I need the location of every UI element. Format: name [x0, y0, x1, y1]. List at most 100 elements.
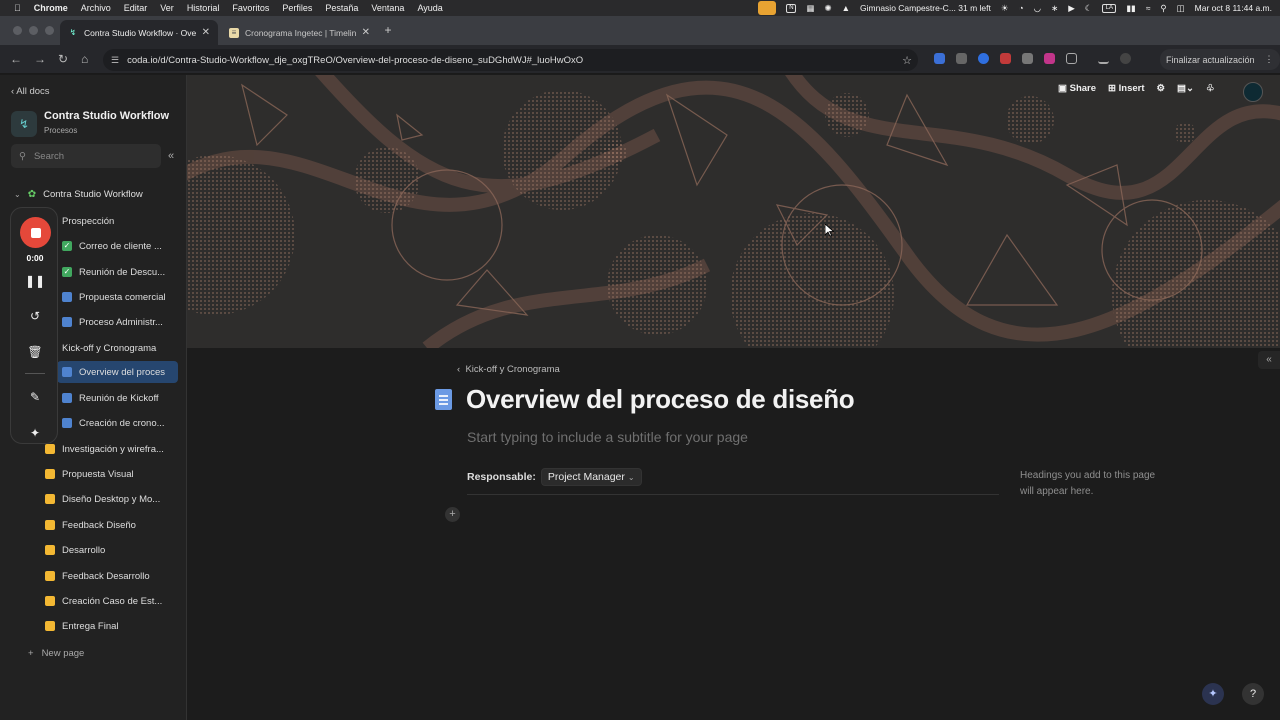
extension-icon[interactable] — [1022, 53, 1033, 64]
trash-icon[interactable]: 🗑 — [11, 345, 59, 359]
tab-cronograma[interactable]: ≡ Cronograma Ingetec | Timeline ✕ — [221, 20, 378, 45]
tree-item-feedback-diseno[interactable]: Feedback Diseño — [45, 514, 136, 536]
clock[interactable]: Mar oct 8 11:44 a.m. — [1195, 3, 1272, 13]
pause-icon[interactable]: ❚❚ — [11, 274, 59, 288]
download-icon[interactable] — [1098, 53, 1109, 64]
menu-perfiles[interactable]: Perfiles — [282, 3, 312, 13]
search-input[interactable]: ⚲ Search — [11, 144, 161, 168]
tree-item-caso-estudio[interactable]: Creación Caso de Est... — [45, 590, 162, 612]
magic-wand-icon[interactable]: ✦ — [11, 426, 59, 440]
new-tab-button[interactable]: + — [381, 24, 395, 38]
new-page-button[interactable]: + New page — [28, 648, 84, 659]
page-subtitle-input[interactable]: Start typing to include a subtitle for y… — [467, 429, 748, 445]
extension-icon[interactable] — [1000, 53, 1011, 64]
expand-right-panel-icon[interactable]: « — [1258, 351, 1280, 369]
tree-item-entrega-final[interactable]: Entrega Final — [45, 615, 119, 637]
menu-ver[interactable]: Ver — [160, 3, 174, 13]
tree-item-propuesta-comercial[interactable]: Propuesta comercial — [62, 286, 166, 308]
collapse-sidebar-icon[interactable]: « — [168, 150, 174, 162]
bell-icon[interactable]: ♧ — [1206, 83, 1215, 94]
add-block-button[interactable]: + — [445, 507, 460, 522]
home-icon[interactable]: ⌂ — [81, 52, 88, 66]
control-center-icon[interactable]: ◫ — [1177, 3, 1185, 14]
user-avatar[interactable] — [1243, 82, 1263, 102]
notion-icon[interactable]: N — [786, 3, 797, 13]
tree-item-creacion-cronograma[interactable]: Creación de crono... — [62, 412, 165, 434]
ai-sparkle-button[interactable]: ✦ — [1202, 683, 1224, 705]
comments-icon[interactable]: ▤⌄ — [1177, 83, 1194, 94]
close-tab-icon[interactable]: ✕ — [362, 27, 370, 38]
site-info-icon[interactable]: ☰ — [111, 55, 119, 66]
extension-icon[interactable] — [934, 53, 945, 64]
bookmark-star-icon[interactable]: ☆ — [902, 54, 912, 67]
doc-logo-icon[interactable]: ↯ — [11, 111, 37, 137]
reload-icon[interactable]: ↻ — [58, 52, 68, 66]
responsable-select[interactable]: Project Manager ⌄ — [540, 468, 642, 486]
address-bar[interactable]: ☰ coda.io/d/Contra-Studio-Workflow_dje_o… — [103, 49, 918, 71]
settings-status-icon[interactable]: ✺ — [824, 3, 831, 14]
extension-icon[interactable] — [956, 53, 967, 64]
tab-coda[interactable]: ↯ Contra Studio Workflow · Overview ✕ — [60, 20, 218, 45]
calendar-event[interactable]: Gimnasio Campestre-C... 31 m left — [860, 3, 991, 13]
menu-archivo[interactable]: Archivo — [81, 3, 111, 13]
breadcrumb[interactable]: ‹ Kick-off y Cronograma — [457, 364, 560, 375]
zoom-window-icon[interactable] — [45, 26, 54, 35]
minimize-window-icon[interactable] — [29, 26, 38, 35]
forward-icon[interactable]: → — [34, 52, 46, 66]
spotlight-search-icon[interactable]: ⚲ — [1160, 3, 1166, 14]
menu-favoritos[interactable]: Favoritos — [232, 3, 269, 13]
moon-icon[interactable]: ☾ — [1085, 3, 1093, 14]
tree-item-correo[interactable]: ✓ Correo de cliente ... — [62, 235, 162, 257]
brightness-icon[interactable]: ☀ — [1001, 3, 1009, 14]
tree-item-reunion-kickoff[interactable]: Reunión de Kickoff — [62, 387, 159, 409]
menu-ventana[interactable]: Ventana — [371, 3, 404, 13]
close-tab-icon[interactable]: ✕ — [202, 27, 210, 38]
extensions-puzzle-icon[interactable] — [1066, 53, 1077, 64]
page-doc-icon[interactable] — [435, 389, 452, 410]
help-button[interactable]: ? — [1242, 683, 1264, 705]
all-docs-link[interactable]: ‹ All docs — [11, 86, 50, 97]
doc-title[interactable]: Contra Studio Workflow — [44, 110, 169, 122]
microphone-icon[interactable] — [758, 1, 777, 15]
update-button[interactable]: Finalizar actualización ⋮ — [1160, 49, 1280, 70]
back-icon[interactable]: ← — [10, 52, 22, 66]
play-icon[interactable]: ▶ — [1068, 3, 1075, 14]
tree-root[interactable]: ⌄ ✿ Contra Studio Workflow — [14, 183, 143, 205]
stop-recording-button[interactable] — [20, 217, 51, 248]
headphones-icon[interactable]: ◡ — [1034, 3, 1041, 14]
tree-item-kickoff[interactable]: Kick-off y Cronograma — [45, 337, 156, 359]
restart-icon[interactable]: ↺ — [11, 309, 59, 323]
share-button[interactable]: ▣ Share — [1058, 83, 1096, 94]
tree-item-overview[interactable]: Overview del proces — [57, 361, 178, 383]
apple-menu-icon[interactable]:  — [14, 3, 21, 13]
tree-item-feedback-desarrollo[interactable]: Feedback Desarrollo — [45, 565, 150, 587]
extension-icon[interactable] — [1044, 53, 1055, 64]
menu-historial[interactable]: Historial — [187, 3, 220, 13]
input-source[interactable]: LA — [1102, 3, 1117, 13]
menu-pestana[interactable]: Pestaña — [325, 3, 358, 13]
tree-item-propuesta-visual[interactable]: Propuesta Visual — [45, 463, 134, 485]
extension-icon[interactable] — [978, 53, 989, 64]
insert-button[interactable]: ⊞ Insert — [1108, 83, 1144, 94]
tree-item-desarrollo[interactable]: Desarrollo — [45, 539, 105, 561]
bluetooth-icon[interactable]: ∗ — [1051, 3, 1058, 14]
grid-icon[interactable]: ▦ — [806, 3, 814, 14]
pencil-icon[interactable]: ✎ — [11, 390, 59, 404]
chevron-down-icon[interactable]: ⌄ — [14, 190, 21, 199]
speedometer-icon[interactable]: ◔ — [1019, 3, 1024, 13]
tree-item-reunion-descubrimiento[interactable]: ✓ Reunión de Descu... — [62, 261, 165, 283]
tree-item-diseno-desktop[interactable]: Diseño Desktop y Mo... — [45, 488, 160, 510]
tree-item-investigacion[interactable]: Investigación y wirefra... — [45, 438, 164, 460]
wifi-icon[interactable]: ≈ — [1146, 3, 1151, 13]
app-menu[interactable]: Chrome — [34, 3, 68, 13]
profile-avatar[interactable] — [1120, 53, 1131, 64]
kebab-menu-icon[interactable]: ⋮ — [1265, 54, 1274, 65]
menu-ayuda[interactable]: Ayuda — [417, 3, 442, 13]
tree-item-proceso-administrativo[interactable]: Proceso Administr... — [62, 311, 163, 333]
settings-gear-icon[interactable]: ⚙ — [1157, 83, 1166, 94]
vlc-icon[interactable]: ▲ — [842, 3, 850, 13]
battery-icon[interactable]: ▮▮ — [1126, 3, 1135, 14]
close-window-icon[interactable] — [13, 26, 22, 35]
page-title[interactable]: Overview del proceso de diseño — [466, 384, 855, 415]
menu-editar[interactable]: Editar — [124, 3, 148, 13]
